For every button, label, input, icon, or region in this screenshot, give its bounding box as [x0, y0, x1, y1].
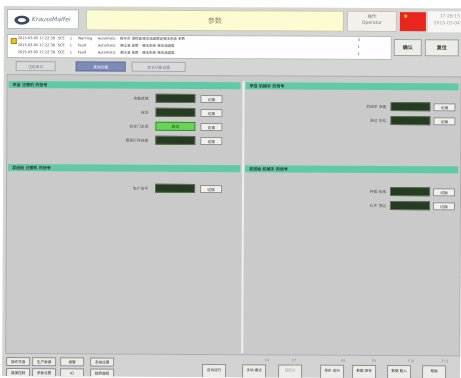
function-button-help[interactable]: 帮助 — [422, 365, 447, 378]
acknowledge-button[interactable]: 确认 — [393, 39, 422, 57]
toggle-button[interactable]: 切换 — [200, 185, 223, 194]
tab-other-settings[interactable]: 其它功能设置 — [131, 61, 186, 72]
operator-badge[interactable]: 操作 Operator — [346, 10, 397, 33]
function-key-label: F10 — [408, 359, 415, 364]
nav-production-data[interactable]: 生产数据 — [32, 357, 57, 367]
page-title: 参数 — [85, 9, 344, 32]
nav-temperature[interactable]: 温度控制 — [6, 368, 31, 378]
warning-icon — [10, 38, 17, 45]
toggle-button[interactable]: 切换 — [200, 137, 223, 146]
tab-injection-unit[interactable]: 注射单元 — [15, 61, 56, 72]
function-button-load[interactable]: 数据 载入 — [387, 365, 412, 378]
toggle-button[interactable]: 切换 — [433, 117, 456, 126]
section-title-from-machine: 来自 注塑机 的信号 — [8, 81, 241, 90]
signal-status — [390, 187, 431, 197]
signal-label: 原位 到位 — [369, 117, 387, 124]
signal-label: 生产信号 — [132, 185, 149, 191]
nav-trend[interactable]: 趋势曲线 — [90, 368, 115, 378]
language-flag-icon[interactable]: ★ — [399, 12, 426, 32]
section-title-to-robot: 发送给 机械手 的信号 — [245, 165, 459, 174]
toggle-button[interactable]: 切换 — [433, 188, 456, 197]
nav-parameters[interactable]: 参数设置 — [32, 368, 57, 378]
signal-label: 模具打开结束 — [125, 137, 149, 143]
nav-system-settings[interactable]: 系统设置 — [90, 357, 115, 367]
alarm-list[interactable]: 2015-03-05 17:22:38 SCE 1 Warning Automatic 操… — [6, 34, 392, 61]
signal-label: 准备就绪 — [133, 95, 149, 101]
nav-io[interactable]: IO — [60, 368, 85, 378]
function-button-save[interactable]: 数据 保存 — [352, 364, 377, 378]
signal-status-active: 启动 — [155, 121, 196, 132]
toggle-button[interactable]: 切换 — [200, 95, 223, 104]
signal-status — [155, 107, 196, 118]
toggle-button[interactable]: 切换 — [200, 123, 223, 132]
hmi-screen: KraussMaffei 参数 操作 Operator ★ 17:28:15 2… — [2, 6, 461, 378]
function-key-label: F6 — [265, 358, 270, 363]
signal-label: 安全门关闭 — [129, 123, 149, 129]
signal-label: 机械手 准备 — [366, 103, 387, 110]
section-title-from-robot: 来自 机械手 的信号 — [245, 82, 459, 91]
toggle-button[interactable]: 切换 — [432, 202, 455, 211]
clock-date: 2015-03-04 — [433, 21, 460, 27]
logo-icon — [14, 15, 30, 25]
title-bar: KraussMaffei 参数 操作 Operator ★ 17:28:15 2… — [4, 6, 461, 36]
function-button-auto[interactable]: 自动运行 — [202, 364, 227, 378]
signal-status — [155, 93, 196, 104]
nav-alarm[interactable]: 报警 — [60, 357, 85, 367]
alarm-row[interactable]: 2015-03-05 17:22:38 SCE 1 Fault Automatic 液压油… — [18, 50, 388, 58]
operator-role: Operator — [361, 20, 383, 26]
function-button-home[interactable]: 回原点 — [278, 364, 303, 378]
signal-status — [390, 116, 431, 126]
toggle-button[interactable]: 切换 — [200, 109, 223, 118]
clock: 17:28:15 2015-03-04 — [427, 11, 461, 33]
section-title-to-machine: 发送给 注塑机 的信号 — [8, 164, 241, 173]
function-key-label: F9 — [372, 358, 377, 363]
signal-label: 开模 结束 — [369, 188, 387, 195]
signal-status — [389, 201, 430, 211]
signal-label: 自动 — [140, 109, 149, 115]
function-button-manual[interactable]: 手动 模式 — [242, 364, 267, 378]
logo-text: KraussMaffei — [31, 16, 71, 24]
signal-label: 允许 顶出 — [369, 202, 386, 209]
function-key-label: F11 — [442, 359, 449, 364]
logo: KraussMaffei — [6, 9, 79, 30]
signal-status — [390, 102, 431, 112]
signal-status — [155, 135, 196, 146]
toggle-button[interactable]: 切换 — [433, 103, 456, 112]
signal-status — [155, 183, 196, 194]
function-key-label: F8 — [341, 358, 346, 363]
reset-button[interactable]: 复位 — [424, 39, 459, 57]
function-button-step[interactable]: 单步 运行 — [320, 364, 345, 378]
tab-other-functions[interactable]: 其他功能 — [75, 61, 126, 72]
flag-star-icon: ★ — [402, 13, 409, 21]
function-key-label: F7 — [292, 358, 297, 363]
nav-operation[interactable]: 操作界面 — [6, 357, 31, 367]
